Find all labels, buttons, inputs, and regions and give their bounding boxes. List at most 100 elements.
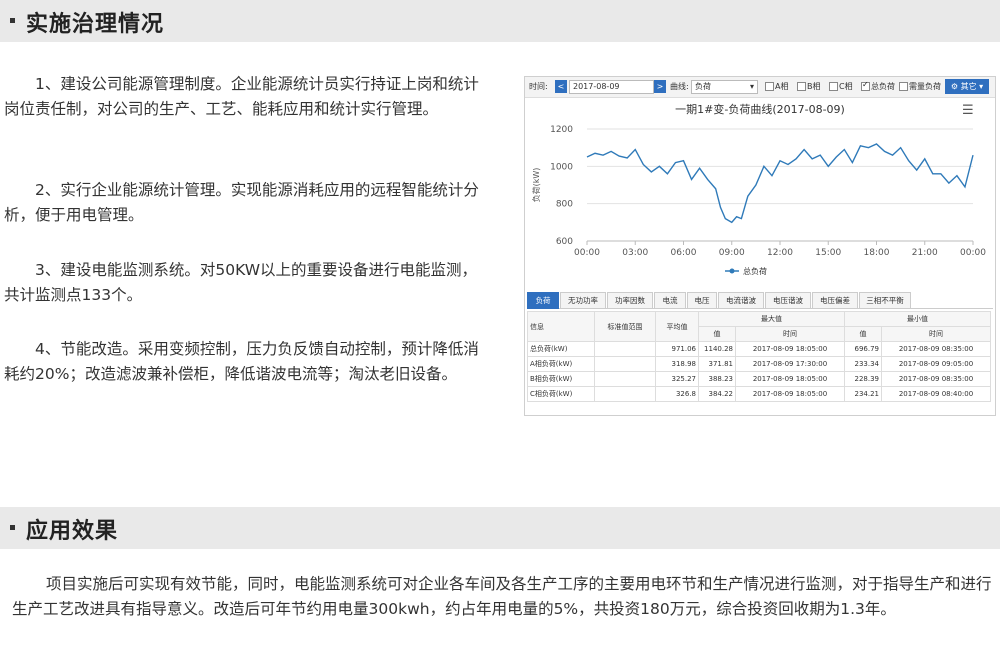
- load-curve-chart: 600 800 1000 1200 00:00 03:00 06:00 09:00 12:00 1…: [531, 125, 986, 276]
- bullet-icon: [10, 525, 15, 530]
- cell-min: 234.21: [844, 386, 882, 402]
- hamburger-menu-icon[interactable]: ☰: [962, 104, 974, 117]
- more-button[interactable]: ⚙ 其它 ▾: [945, 79, 989, 94]
- x-tick-label: 09:00: [719, 248, 745, 258]
- x-tick-label: 21:00: [912, 248, 938, 258]
- header-info: 信息: [527, 311, 595, 342]
- cell-avg: 971.06: [655, 341, 699, 357]
- section-header-implementation: 实施治理情况: [0, 0, 1000, 42]
- section-header-results: 应用效果: [0, 507, 1000, 549]
- tab-3[interactable]: 电流: [654, 292, 686, 309]
- checkbox-total-load[interactable]: [861, 80, 870, 91]
- cell-min-time: 2017-08-09 09:05:00: [881, 356, 991, 372]
- table-row: C相负荷(kW) 326.8 384.22 2017-08-09 18:05:00 23…: [527, 386, 991, 402]
- checkbox-demand-load[interactable]: [899, 82, 908, 91]
- paragraph-3: 3、建设电能监测系统。对50KW以上的重要设备进行电能监测，共计监测点133个。: [4, 261, 478, 304]
- cell-min-time: 2017-08-09 08:35:00: [881, 371, 991, 387]
- next-date-button[interactable]: >: [654, 80, 666, 93]
- paragraph-4: 4、节能改造。采用变频控制，压力负反馈自动控制，预计降低消耗约20%；改造滤波兼…: [4, 340, 479, 383]
- chart-title: 一期1#变-负荷曲线(2017-08-09): [675, 103, 845, 116]
- x-tick-label: 06:00: [671, 248, 697, 258]
- cell-max: 371.81: [698, 356, 736, 372]
- header-max-value: 值: [698, 326, 736, 342]
- curve-label: 曲线:: [670, 82, 689, 91]
- curve-select[interactable]: 负荷 ▾: [691, 80, 758, 94]
- cell-min-time: 2017-08-09 08:40:00: [881, 386, 991, 402]
- energy-monitor-screenshot: 时间: < 2017-08-09 > 曲线: 负荷▾ A相 B相 C相 总负荷 …: [524, 76, 996, 416]
- chevron-down-icon: ▾: [749, 82, 754, 91]
- cell-max-time: 2017-08-09 18:05:00: [735, 341, 845, 357]
- y-axis-label: 负荷(kW): [531, 168, 541, 203]
- cell-name: C相负荷(kW): [527, 386, 595, 402]
- cell-min: 228.39: [844, 371, 882, 387]
- cell-name: 总负荷(kW): [527, 341, 595, 357]
- y-tick-label: 1000: [550, 162, 573, 172]
- paragraph-2: 2、实行企业能源统计管理。实现能源消耗应用的远程智能统计分析，便于用电管理。: [4, 181, 479, 224]
- cell-max: 1140.28: [698, 341, 736, 357]
- cell-avg: 318.98: [655, 356, 699, 372]
- x-tick-label: 00:00: [574, 248, 600, 258]
- table-row: 总负荷(kW) 971.06 1140.28 2017-08-09 18:05:00 6…: [527, 341, 991, 357]
- series-line-total-load: [586, 143, 974, 224]
- curve-select-value: 负荷: [695, 82, 711, 91]
- tab-4[interactable]: 电压: [687, 292, 717, 309]
- cell-avg: 326.8: [655, 386, 699, 402]
- tab-8[interactable]: 三相不平衡: [859, 292, 911, 309]
- header-std: 标准值范围: [594, 311, 656, 342]
- cell-std: [594, 386, 656, 402]
- header-min-time: 时间: [881, 326, 991, 342]
- tab-5[interactable]: 电流谐波: [718, 292, 764, 309]
- section-title: 应用效果: [26, 519, 119, 544]
- tab-2[interactable]: 功率因数: [607, 292, 653, 309]
- checkbox-label: 总负荷: [871, 82, 895, 91]
- cell-max-time: 2017-08-09 18:05:00: [735, 371, 845, 387]
- cell-std: [594, 341, 656, 357]
- prev-date-button[interactable]: <: [555, 80, 567, 93]
- checkbox-c-phase[interactable]: [829, 82, 838, 91]
- gear-icon: ⚙: [950, 82, 959, 91]
- section-title: 实施治理情况: [26, 12, 165, 37]
- date-input[interactable]: 2017-08-09: [569, 80, 654, 94]
- load-stats-table: 信息 标准值范围 平均值 最大值 最小值 值 时间 值 时间 总负荷(kW) 97…: [527, 311, 991, 402]
- header-avg: 平均值: [655, 311, 699, 342]
- y-tick-label: 1200: [550, 125, 573, 135]
- table-row: B相负荷(kW) 325.27 388.23 2017-08-09 18:05:00 2…: [527, 371, 991, 387]
- tab-7[interactable]: 电压偏差: [812, 292, 858, 309]
- cell-min: 696.79: [844, 341, 882, 357]
- cell-max-time: 2017-08-09 18:05:00: [735, 386, 845, 402]
- x-tick-label: 15:00: [815, 248, 841, 258]
- cell-max-time: 2017-08-09 17:30:00: [735, 356, 845, 372]
- header-min: 最小值: [844, 311, 991, 327]
- tab-6[interactable]: 电压谐波: [765, 292, 811, 309]
- cell-min-time: 2017-08-09 08:35:00: [881, 341, 991, 357]
- legend-marker: [729, 268, 735, 274]
- time-label: 时间:: [529, 82, 548, 91]
- bullet-icon: [10, 18, 15, 23]
- x-tick-label: 12:00: [767, 248, 793, 258]
- checkbox-a-phase[interactable]: [765, 82, 774, 91]
- chart-toolbar: 时间: < 2017-08-09 > 曲线: 负荷▾ A相 B相 C相 总负荷 …: [525, 77, 995, 98]
- x-tick-label: 18:00: [864, 248, 890, 258]
- header-max-time: 时间: [735, 326, 845, 342]
- cell-std: [594, 356, 656, 372]
- checkbox-b-phase[interactable]: [797, 82, 806, 91]
- tab-0[interactable]: 负荷: [527, 292, 559, 309]
- checkbox-label: C相: [839, 82, 853, 91]
- cell-std: [594, 371, 656, 387]
- cell-name: B相负荷(kW): [527, 371, 595, 387]
- metric-tabs: 负荷 无功功率 功率因数 电流 电压 电流谐波 电压谐波 电压偏差 三相不平衡: [527, 292, 993, 309]
- result-paragraph: 项目实施后可实现有效节能，同时，电能监测系统可对企业各车间及各生产工序的主要用电…: [12, 575, 992, 618]
- more-label: 其它: [960, 82, 977, 91]
- checkbox-label: A相: [775, 82, 789, 91]
- chevron-down-icon: ▾: [979, 82, 984, 91]
- paragraph-1: 1、建设公司能源管理制度。企业能源统计员实行持证上岗和统计岗位责任制，对公司的生…: [4, 75, 479, 118]
- y-tick-label: 600: [556, 237, 573, 247]
- tab-1[interactable]: 无功功率: [560, 292, 606, 309]
- checkbox-label: 需量负荷: [909, 82, 941, 91]
- cell-max: 384.22: [698, 386, 736, 402]
- x-tick-label: 03:00: [622, 248, 648, 258]
- header-min-value: 值: [844, 326, 882, 342]
- table-row: A相负荷(kW) 318.98 371.81 2017-08-09 17:30:00 2…: [527, 356, 991, 372]
- checkbox-label: B相: [807, 82, 821, 91]
- cell-min: 233.34: [844, 356, 882, 372]
